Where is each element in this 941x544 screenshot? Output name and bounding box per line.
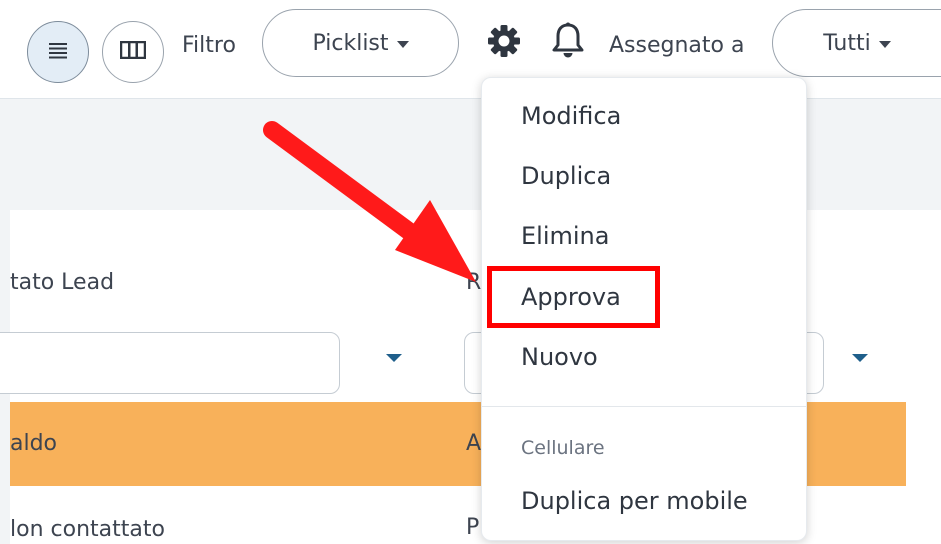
annotation-arrow-icon bbox=[263, 121, 476, 282]
